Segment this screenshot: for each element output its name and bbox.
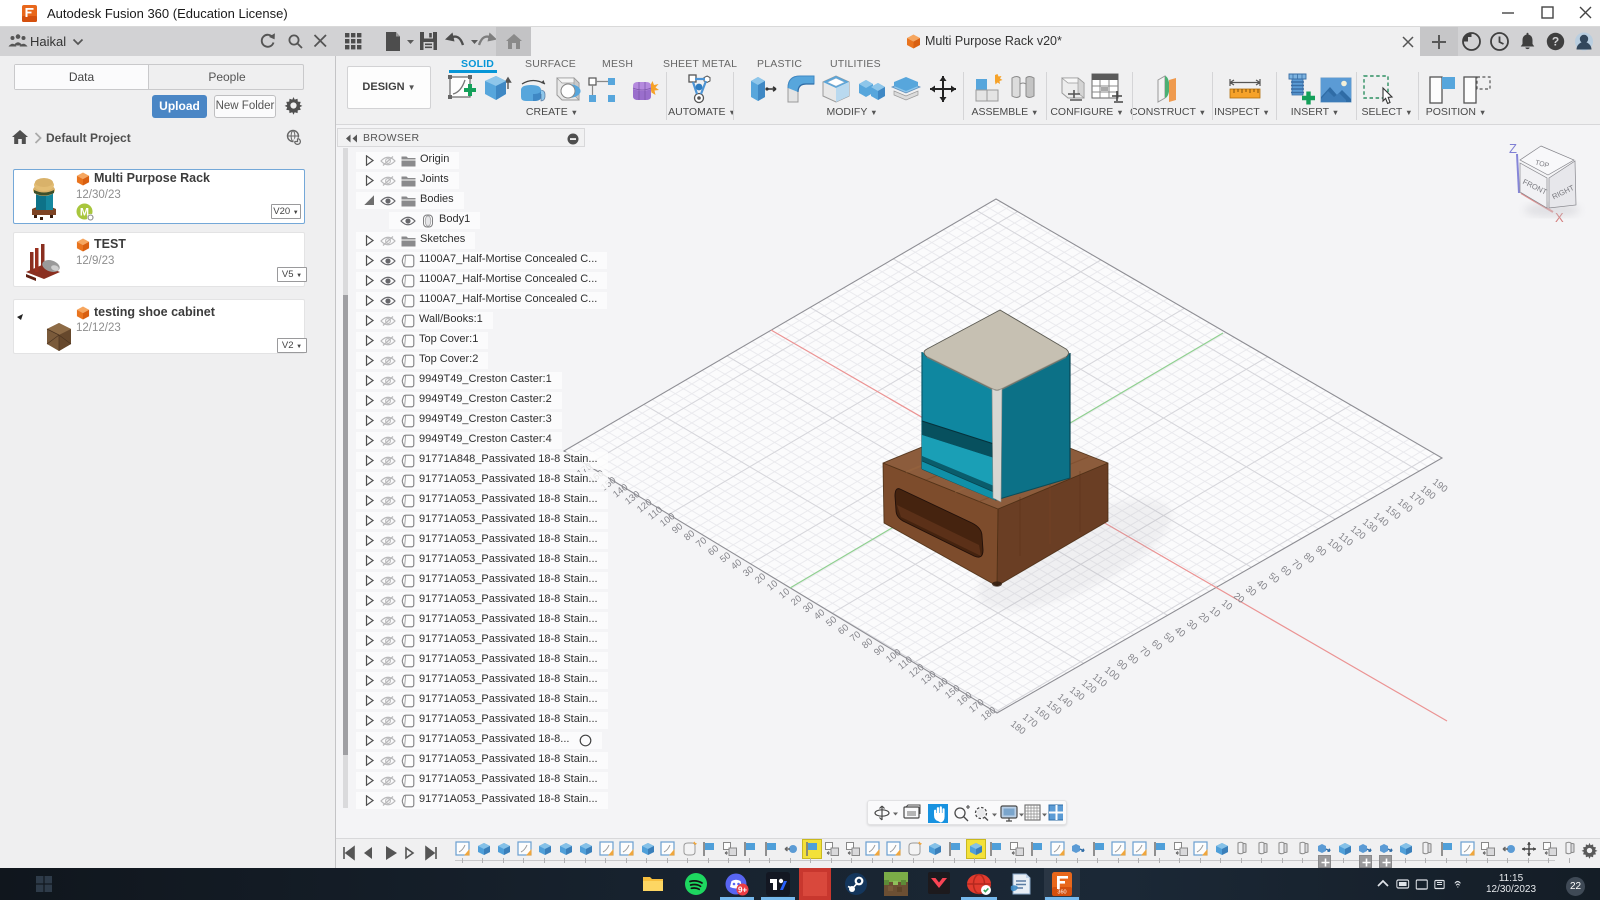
- svg-text:9+: 9+: [738, 885, 747, 894]
- svg-text:?: ?: [1552, 35, 1559, 49]
- svg-text:360: 360: [1057, 890, 1066, 896]
- svg-text:Z: Z: [1509, 141, 1517, 156]
